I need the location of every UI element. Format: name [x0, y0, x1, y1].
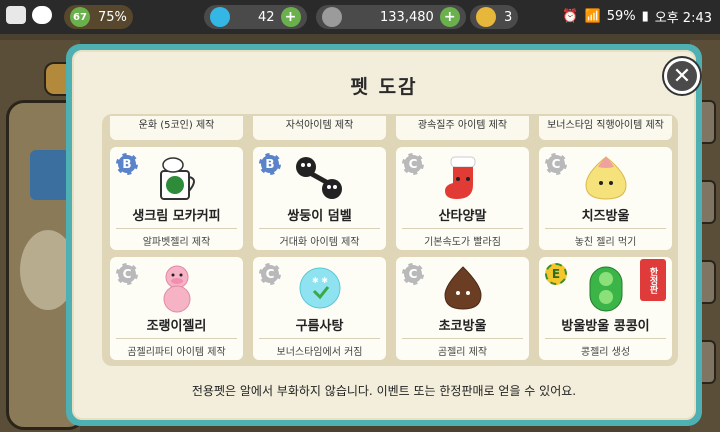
- pet-desc: 기본속도가 빨라짐: [424, 237, 501, 248]
- battery-icon: ▮: [641, 8, 649, 24]
- cloud-candy-icon: ✱ ✱: [299, 267, 340, 309]
- modal-panel: 펫 도감 ✕ 운화 (5코인) 제작 자석아이템 제작 광속질주 아이템 제작 …: [72, 50, 700, 420]
- pet-card[interactable]: C ✱ ✱ 구름사탕 보너스타임에서 커짐: [253, 257, 386, 360]
- level-progress: 75%: [98, 9, 127, 25]
- choco-drop-icon: [443, 266, 482, 310]
- pet-desc: 콩젤리 생성: [580, 347, 631, 358]
- level-display: 67 75%: [64, 5, 133, 29]
- pet-name: 구름사탕: [295, 319, 344, 334]
- pet-desc: 곰젤리파티 아이템 제작: [127, 347, 226, 358]
- card-divider: [545, 228, 666, 229]
- pet-row: B 생크림 모카커피 알파벳젤리 제작 B 쌍둥이 덤벨 거대화 아이템 제작 …: [110, 147, 672, 250]
- pet-card[interactable]: E 한정판 방울방울 콩콩이 콩젤리 생성: [539, 257, 672, 360]
- grade-badge: C: [402, 263, 424, 285]
- pet-card[interactable]: B 생크림 모카커피 알파벳젤리 제작: [110, 147, 243, 250]
- mocha-coffee-icon: [159, 157, 195, 200]
- santa-sock-icon: [444, 156, 475, 199]
- add-gems-button[interactable]: +: [280, 7, 301, 27]
- background-sign: [30, 150, 70, 200]
- cloud-icon: [32, 6, 52, 24]
- level-star-icon: 67: [70, 7, 90, 27]
- bean-pod-icon: [589, 266, 622, 312]
- pet-desc: 알파벳젤리 제작: [142, 237, 211, 248]
- wifi-icon: 📶: [584, 8, 601, 24]
- alarm-icon: ⏰: [562, 8, 579, 24]
- dumbbell-icon: [295, 157, 342, 199]
- close-icon: ✕: [672, 63, 692, 89]
- pet-collection-modal: 펫 도감 ✕ 운화 (5코인) 제작 자석아이템 제작 광속질주 아이템 제작 …: [66, 44, 702, 426]
- pet-row-partial: 운화 (5코인) 제작 자석아이템 제작 광속질주 아이템 제작 보너스타임 직…: [110, 116, 672, 140]
- grade-badge: C: [402, 153, 424, 175]
- pet-name: 생크림 모카커피: [132, 209, 221, 224]
- cheese-drop-icon: [584, 156, 627, 200]
- card-divider: [259, 228, 380, 229]
- pet-card[interactable]: B 쌍둥이 덤벨 거대화 아이템 제작: [253, 147, 386, 250]
- gem-value: 42: [258, 9, 275, 25]
- pet-card[interactable]: C 초코방울 곰젤리 제작: [396, 257, 529, 360]
- pet-card[interactable]: C 산타양말 기본속도가 빨라짐: [396, 147, 529, 250]
- close-button[interactable]: ✕: [664, 58, 700, 94]
- pet-name: 쌍둥이 덤벨: [287, 209, 352, 224]
- card-divider: [116, 228, 237, 229]
- pet-desc-partial: 운화 (5코인) 제작: [110, 116, 243, 140]
- grade-badge: E: [545, 263, 567, 285]
- modal-title: 펫 도감: [350, 76, 418, 98]
- card-divider: [402, 228, 523, 229]
- pet-desc: 곰젤리 제작: [437, 347, 488, 358]
- card-divider: [259, 338, 380, 339]
- coin-icon: [322, 7, 342, 27]
- card-divider: [116, 338, 237, 339]
- clock: 오후 2:43: [654, 10, 712, 26]
- grade-badge: C: [259, 263, 281, 285]
- pet-name: 치즈방울: [581, 209, 630, 224]
- status-right: ⏰ 📶 59% ▮ 오후 2:43: [562, 0, 712, 32]
- pet-desc: 놓친 젤리 먹기: [574, 237, 637, 248]
- pet-desc: 보너스타임에서 커짐: [276, 347, 363, 358]
- key-icon: [476, 7, 496, 27]
- pet-row: C 조랭이젤리 곰젤리파티 아이템 제작 C ✱ ✱ 구름사탕 보너스타임에서 …: [110, 257, 672, 360]
- top-bar: 67 75% 42 + 133,480 + 3 ⏰ 📶 59% ▮ 오후 2:4…: [0, 0, 720, 34]
- svg-text:✱ ✱: ✱ ✱: [312, 276, 328, 285]
- gem-icon: [210, 7, 230, 27]
- status-left-icons: [6, 6, 52, 24]
- ticket-value: 3: [504, 9, 513, 25]
- grade-badge: B: [259, 153, 281, 175]
- add-coins-button[interactable]: +: [439, 7, 460, 27]
- grade-badge: C: [545, 153, 567, 175]
- app-icon: [6, 6, 26, 24]
- battery-level: 59%: [606, 8, 636, 24]
- pet-card[interactable]: C 치즈방울 놓친 젤리 먹기: [539, 147, 672, 250]
- grade-badge: B: [116, 153, 138, 175]
- card-divider: [545, 338, 666, 339]
- ticket-counter: 3: [470, 5, 519, 29]
- coin-counter: 133,480 +: [316, 5, 466, 29]
- coin-value: 133,480: [380, 9, 434, 25]
- pet-name: 초코방울: [438, 319, 487, 334]
- pet-name: 조랭이젤리: [146, 319, 207, 334]
- limited-edition-tag: 한정판: [640, 259, 666, 301]
- pet-name: 산타양말: [438, 209, 487, 224]
- pet-grid: 운화 (5코인) 제작 자석아이템 제작 광속질주 아이템 제작 보너스타임 직…: [110, 116, 672, 360]
- pet-card[interactable]: C 조랭이젤리 곰젤리파티 아이템 제작: [110, 257, 243, 360]
- level-value: 67: [73, 11, 87, 23]
- pet-list[interactable]: 운화 (5코인) 제작 자석아이템 제작 광속질주 아이템 제작 보너스타임 직…: [102, 114, 678, 366]
- pet-desc-partial: 광속질주 아이템 제작: [396, 116, 529, 140]
- pet-desc-partial: 자석아이템 제작: [253, 116, 386, 140]
- pet-desc: 거대화 아이템 제작: [279, 237, 360, 248]
- joraengi-jelly-icon: [163, 265, 190, 313]
- grade-badge: C: [116, 263, 138, 285]
- pet-desc-partial: 보너스타임 직행아이템 제작: [539, 116, 672, 140]
- pet-name: 방울방울 콩콩이: [561, 319, 650, 334]
- card-divider: [402, 338, 523, 339]
- gem-counter: 42 +: [204, 5, 307, 29]
- footer-note: 전용펫은 알에서 부화하지 않습니다. 이벤트 또는 한정판매로 얻을 수 있어…: [191, 384, 577, 398]
